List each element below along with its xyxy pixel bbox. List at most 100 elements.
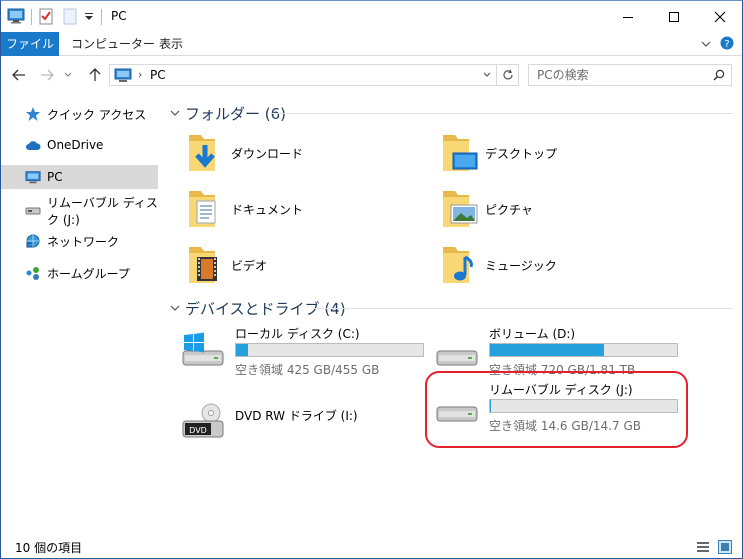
explorer-window: PC ファイル コンピューター 表示 ? › PC PCの検索 クイック アクセ…: [0, 0, 743, 559]
pictures-folder-icon: [439, 187, 479, 231]
drive-dvd-i[interactable]: DVD DVD RW ドライブ (I:): [181, 397, 441, 449]
folder-label: デスクトップ: [485, 146, 558, 161]
drive-name: ローカル ディスク (C:): [235, 327, 360, 341]
folder-label: ピクチャ: [485, 202, 533, 217]
item-count: 10 個の項目: [15, 540, 83, 555]
videos-folder-icon: [185, 243, 225, 287]
ribbon-tabs: ファイル コンピューター 表示 ?: [1, 32, 742, 56]
sidebar-item-label: PC: [47, 170, 63, 184]
folder-music[interactable]: ミュージック: [439, 241, 679, 289]
sidebar-item-network[interactable]: ネットワーク: [1, 229, 158, 253]
large-icons-view-icon[interactable]: [718, 540, 732, 554]
breadcrumb-separator-icon[interactable]: ›: [138, 68, 142, 81]
refresh-button[interactable]: [497, 64, 519, 86]
chevron-down-icon: [169, 305, 181, 312]
tab-file[interactable]: ファイル: [1, 32, 59, 56]
folders-group-header[interactable]: フォルダー (6): [169, 103, 286, 123]
removable-drive-icon: [25, 203, 41, 219]
refresh-icon: [502, 69, 513, 80]
drive-free-space: 空き領域 425 GB/455 GB: [235, 363, 380, 377]
maximize-button[interactable]: [651, 1, 697, 32]
group-divider: [271, 113, 733, 114]
address-history-button[interactable]: [477, 64, 497, 86]
computer-icon[interactable]: [7, 8, 25, 27]
music-folder-icon: [439, 243, 479, 287]
group-divider: [313, 308, 733, 309]
homegroup-icon: [25, 265, 41, 281]
minimize-button[interactable]: [605, 1, 651, 32]
folder-desktop[interactable]: デスクトップ: [439, 129, 679, 177]
maximize-icon: [669, 11, 679, 22]
search-input[interactable]: [537, 65, 707, 85]
close-icon: [714, 11, 726, 22]
documents-folder-icon: [185, 187, 225, 231]
chevron-down-icon: [64, 72, 72, 77]
title-bar: PC: [1, 1, 742, 32]
search-icon[interactable]: [713, 69, 725, 84]
back-arrow-icon: [12, 69, 25, 81]
search-box[interactable]: [528, 64, 732, 86]
forward-arrow-icon: [41, 69, 54, 81]
folder-label: ダウンロード: [231, 146, 304, 161]
details-view-icon[interactable]: [696, 540, 710, 554]
sidebar-item-removable-disk[interactable]: リムーバブル ディスク (J:): [1, 196, 158, 227]
folder-downloads[interactable]: ダウンロード: [185, 129, 425, 177]
back-button[interactable]: [9, 65, 29, 85]
customize-dropdown-icon[interactable]: [84, 10, 94, 25]
windows-drive-icon: [181, 331, 225, 371]
window-title: PC: [111, 9, 127, 23]
title-divider: [101, 9, 102, 25]
up-button[interactable]: [85, 65, 105, 85]
chevron-down-icon: [169, 110, 181, 117]
navigation-pane: クイック アクセス OneDrive PC リムーバブル ディスク (J:) ネ…: [1, 93, 159, 531]
hard-drive-icon: [435, 331, 479, 371]
minimize-icon: [623, 16, 633, 18]
status-bar: 10 個の項目: [1, 535, 742, 558]
chevron-down-icon: [483, 72, 491, 77]
forward-button[interactable]: [37, 65, 57, 85]
network-icon: [25, 233, 41, 249]
pc-icon: [25, 169, 41, 185]
sidebar-item-label: リムーバブル ディスク (J:): [47, 196, 158, 227]
usage-bar: [489, 343, 678, 357]
quick-access-toolbar: [7, 6, 94, 28]
drive-local-c[interactable]: ローカル ディスク (C:) 空き領域 425 GB/455 GB: [181, 325, 441, 377]
help-icon[interactable]: ?: [720, 36, 734, 53]
up-arrow-icon: [89, 68, 101, 81]
highlight-annotation: [425, 371, 688, 448]
recent-locations-button[interactable]: [61, 65, 75, 85]
desktop-folder-icon: [439, 131, 479, 175]
dvd-drive-icon: DVD: [181, 403, 225, 443]
sidebar-item-label: ネットワーク: [47, 234, 120, 249]
tab-view[interactable]: 表示: [147, 32, 195, 56]
sidebar-item-quick-access[interactable]: クイック アクセス: [1, 102, 158, 126]
breadcrumb-pc[interactable]: PC: [150, 68, 166, 82]
content-pane: フォルダー (6) ダウンロード デスクトップ ドキュメント ピクチャ ビデオ …: [159, 93, 742, 531]
properties-checkmark-icon[interactable]: [38, 7, 54, 28]
drive-name: DVD RW ドライブ (I:): [235, 409, 358, 423]
folder-documents[interactable]: ドキュメント: [185, 185, 425, 233]
sidebar-item-label: クイック アクセス: [47, 107, 147, 122]
address-bar[interactable]: › PC: [109, 64, 497, 86]
new-folder-icon[interactable]: [62, 7, 78, 28]
downloads-folder-icon: [185, 131, 225, 175]
svg-text:?: ?: [724, 39, 729, 50]
drive-volume-d[interactable]: ボリューム (D:) 空き領域 720 GB/1.81 TB: [435, 325, 695, 377]
folder-pictures[interactable]: ピクチャ: [439, 185, 679, 233]
sidebar-item-pc[interactable]: PC: [1, 165, 158, 189]
toolbar-divider: [31, 9, 32, 25]
sidebar-item-homegroup[interactable]: ホームグループ: [1, 261, 158, 285]
sidebar-item-label: OneDrive: [47, 138, 104, 152]
usage-bar: [235, 343, 424, 357]
folder-label: ミュージック: [485, 258, 557, 273]
folder-videos[interactable]: ビデオ: [185, 241, 425, 289]
close-button[interactable]: [697, 1, 742, 32]
sidebar-item-onedrive[interactable]: OneDrive: [1, 133, 158, 157]
cloud-icon: [25, 137, 41, 153]
folder-label: ドキュメント: [231, 202, 304, 217]
usage-bar-fill: [490, 344, 605, 356]
folder-label: ビデオ: [231, 258, 268, 273]
star-icon: [25, 106, 41, 122]
usage-bar-fill: [236, 344, 249, 356]
expand-ribbon-icon[interactable]: [701, 38, 711, 52]
